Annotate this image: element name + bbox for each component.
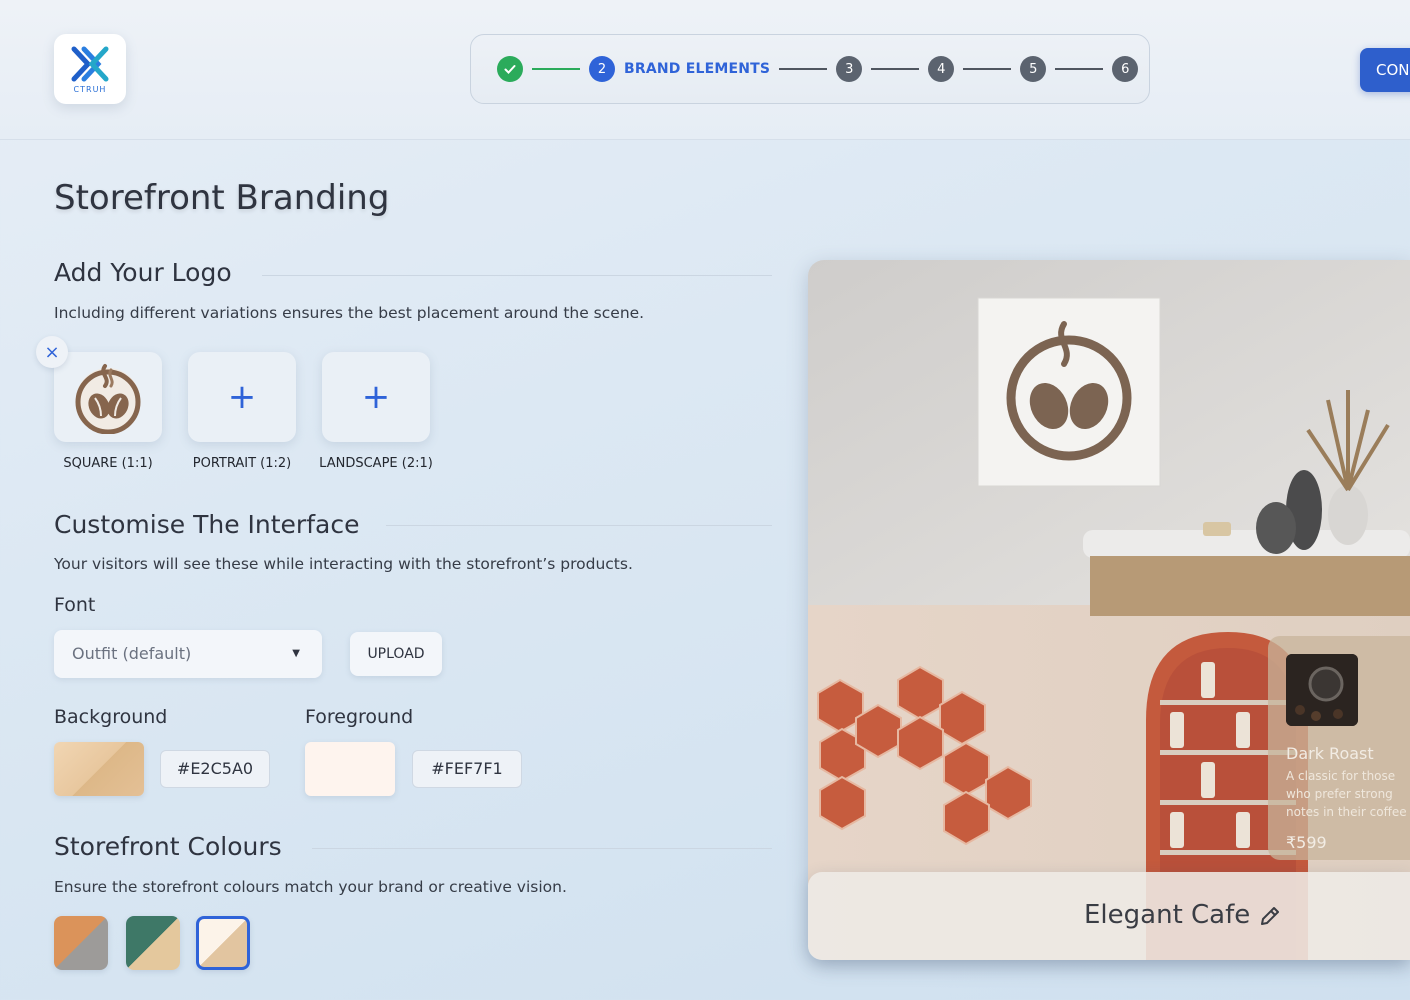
coffee-logo-image bbox=[75, 364, 141, 434]
foreground-label: Foreground bbox=[305, 706, 414, 728]
step-2-label: BRAND ELEMENTS bbox=[624, 61, 771, 77]
product-image bbox=[1286, 654, 1358, 726]
product-description: A classic for those who prefer strong no… bbox=[1286, 769, 1407, 819]
storefront-preview: Dark Roast A classic for those who prefe… bbox=[808, 260, 1410, 960]
background-label: Background bbox=[54, 706, 168, 728]
remove-logo-icon[interactable]: × bbox=[36, 336, 68, 368]
top-bar: CTRUH 2 BRAND ELEMENTS 3 4 5 6 CON bbox=[0, 0, 1410, 140]
slot-label-portrait: PORTRAIT (1:2) bbox=[192, 456, 292, 471]
step-connector bbox=[871, 68, 920, 70]
font-label: Font bbox=[54, 594, 96, 616]
colour-theme-1[interactable] bbox=[54, 916, 108, 970]
continue-button[interactable]: CON bbox=[1360, 48, 1410, 92]
product-card[interactable]: Dark Roast A classic for those who prefe… bbox=[1268, 636, 1410, 860]
step-connector bbox=[532, 68, 580, 70]
font-select[interactable]: Outfit (default) ▼ bbox=[54, 630, 322, 678]
slot-label-square: SQUARE (1:1) bbox=[63, 456, 153, 471]
add-icon: + bbox=[227, 377, 257, 417]
background-hex-field[interactable]: #E2C5A0 bbox=[160, 750, 270, 788]
step-1-complete[interactable] bbox=[497, 56, 523, 82]
section-divider bbox=[262, 275, 772, 276]
ctruh-logo[interactable]: CTRUH bbox=[54, 34, 126, 104]
store-name: Elegant Cafe bbox=[1084, 900, 1251, 930]
logo-text: CTRUH bbox=[73, 84, 107, 94]
colours-section-description: Ensure the storefront colours match your… bbox=[54, 878, 567, 896]
logo-section-title: Add Your Logo bbox=[54, 258, 232, 287]
colours-section-title: Storefront Colours bbox=[54, 832, 282, 861]
step-3[interactable]: 3 bbox=[836, 56, 863, 82]
store-name-bar: Elegant Cafe bbox=[808, 872, 1410, 960]
page-title: Storefront Branding bbox=[54, 178, 390, 218]
slot-label-landscape: LANDSCAPE (2:1) bbox=[319, 456, 433, 471]
font-select-value: Outfit (default) bbox=[72, 644, 192, 663]
step-5[interactable]: 5 bbox=[1020, 56, 1047, 82]
interface-section-description: Your visitors will see these while inter… bbox=[54, 555, 633, 573]
progress-stepper: 2 BRAND ELEMENTS 3 4 5 6 bbox=[470, 34, 1150, 104]
section-divider bbox=[386, 525, 772, 526]
caret-down-icon: ▼ bbox=[292, 648, 300, 659]
foreground-hex-field[interactable]: #FEF7F1 bbox=[412, 750, 522, 788]
section-divider bbox=[312, 848, 772, 849]
checkmark-icon bbox=[504, 65, 516, 74]
step-4[interactable]: 4 bbox=[928, 56, 955, 82]
step-connector bbox=[1055, 68, 1104, 70]
upload-font-button[interactable]: UPLOAD bbox=[350, 632, 442, 676]
step-6[interactable]: 6 bbox=[1112, 56, 1139, 82]
foreground-color-swatch[interactable] bbox=[305, 742, 395, 796]
colour-theme-3-selected[interactable] bbox=[196, 916, 250, 970]
colour-theme-2[interactable] bbox=[126, 916, 180, 970]
add-icon: + bbox=[361, 377, 391, 417]
background-color-swatch[interactable] bbox=[54, 742, 144, 796]
logo-section-description: Including different variations ensures t… bbox=[54, 304, 645, 322]
step-2-active[interactable]: 2 bbox=[589, 56, 615, 82]
step-connector bbox=[779, 68, 828, 70]
step-connector bbox=[963, 68, 1012, 70]
logo-slot-square[interactable] bbox=[54, 352, 162, 442]
logo-slot-landscape[interactable]: + bbox=[322, 352, 430, 442]
ctruh-logo-icon bbox=[71, 46, 109, 81]
pencil-edit-icon[interactable] bbox=[1258, 904, 1282, 932]
product-price: ₹599 bbox=[1286, 833, 1327, 852]
product-name: Dark Roast bbox=[1286, 744, 1374, 763]
logo-slot-portrait[interactable]: + bbox=[188, 352, 296, 442]
interface-section-title: Customise The Interface bbox=[54, 510, 360, 539]
coffee-beans-image bbox=[1286, 654, 1358, 726]
